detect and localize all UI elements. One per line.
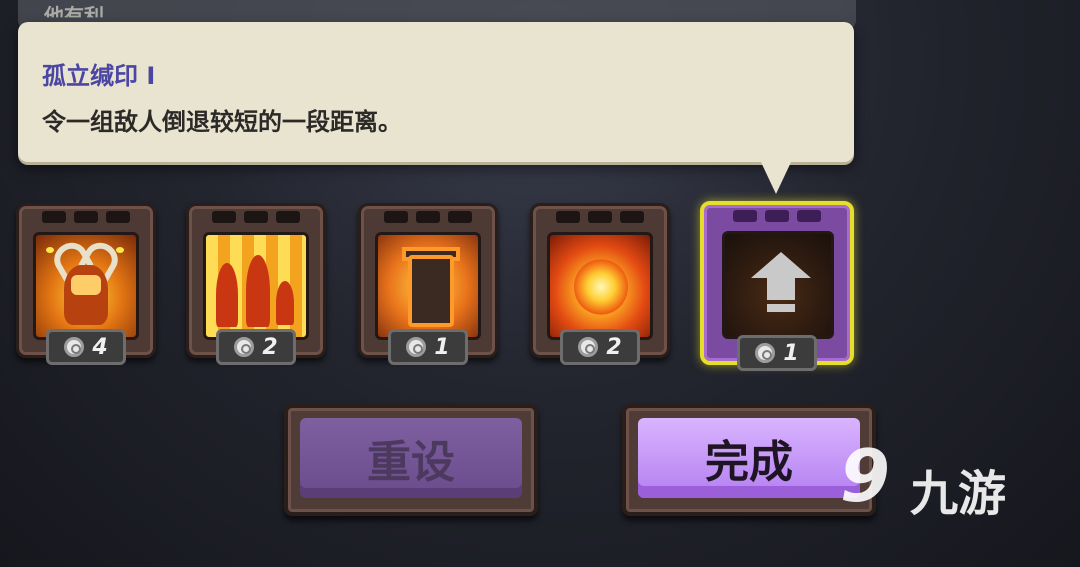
demon-icon [33, 232, 139, 340]
card-slots [19, 211, 153, 223]
lava-spout [246, 255, 270, 327]
watermark-logo: 9 九游 [840, 428, 1040, 528]
star-point-icon [234, 337, 255, 357]
tooltip-description: 令一组敌人倒退较短的一段距离。 [42, 108, 402, 136]
upgrade-card-lava[interactable]: 2 [186, 203, 326, 365]
upgrade-card-demon[interactable]: 4 [16, 203, 156, 365]
tooltip-pointer [760, 160, 792, 194]
star-point-icon [64, 337, 85, 357]
fireball-icon [547, 232, 653, 340]
cost-badge: 4 [46, 329, 126, 365]
cost-value: 4 [92, 334, 108, 360]
star-point-icon [755, 343, 776, 363]
upgrade-card-tower[interactable]: 1 [358, 203, 498, 365]
tower-icon [375, 232, 481, 340]
upgrade-card-selected[interactable]: 1 [700, 201, 854, 371]
cost-badge: 2 [216, 329, 296, 365]
lava-spout [216, 263, 238, 327]
cost-badge: 1 [388, 329, 468, 365]
logo-mark: 9 [840, 434, 891, 518]
cost-value: 2 [262, 334, 278, 360]
tooltip-title: 孤立缄印 I [42, 62, 156, 90]
lava-spout [276, 281, 294, 325]
star-point-icon [406, 337, 427, 357]
arrow-base [767, 304, 795, 312]
arrow-stem [767, 278, 795, 300]
cost-badge: 2 [560, 329, 640, 365]
logo-text: 九游 [910, 466, 1007, 522]
done-button[interactable]: 完成 [622, 404, 876, 516]
done-button-label: 完成 [638, 418, 860, 498]
demon-eye-left [46, 247, 54, 253]
lava-icon [203, 232, 309, 340]
cost-badge: 1 [737, 335, 817, 371]
fire-core [574, 259, 628, 315]
card-slots [361, 211, 495, 223]
star-point-icon [578, 337, 599, 357]
cost-value: 1 [434, 334, 450, 360]
tower-body [408, 255, 454, 327]
card-slots [704, 210, 850, 222]
demon-eye-right [116, 247, 124, 253]
card-slots [189, 211, 323, 223]
cost-value: 1 [783, 340, 799, 366]
cost-value: 2 [606, 334, 622, 360]
reset-button[interactable]: 重设 [284, 404, 538, 516]
reset-button-label: 重设 [300, 418, 522, 498]
upgrade-card-fire[interactable]: 2 [530, 203, 670, 365]
upgrade-tooltip: 孤立缄印 I 令一组敌人倒退较短的一段距离。 [18, 22, 854, 162]
arrow-head [751, 252, 811, 278]
card-slots [533, 211, 667, 223]
up-arrow-icon [722, 231, 834, 339]
demon-body [64, 265, 108, 325]
demon-face [71, 275, 101, 295]
